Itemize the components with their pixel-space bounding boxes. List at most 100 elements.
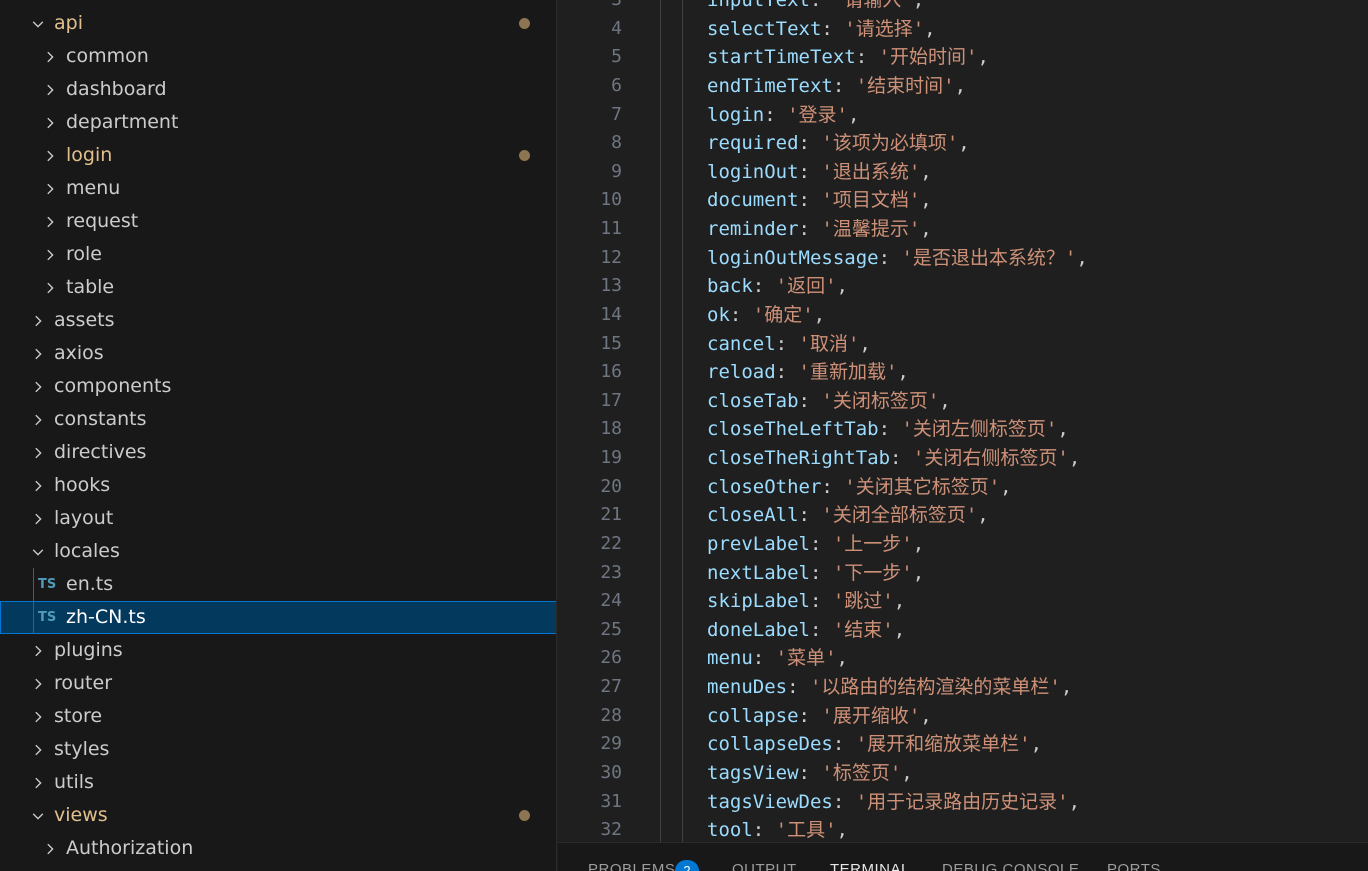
panel-tab-terminal[interactable]: TERMINAL [830, 861, 910, 871]
chevron-right-icon[interactable] [30, 733, 46, 766]
code-line[interactable]: 15 cancel: '取消', [558, 330, 1368, 359]
chevron-down-icon[interactable] [30, 799, 46, 832]
folder-item[interactable]: locales [0, 535, 556, 568]
panel-tab-output[interactable]: OUTPUT [732, 861, 797, 871]
tree-item-label: Authorization [66, 837, 194, 859]
code-line[interactable]: 18 closeTheLeftTab: '关闭左侧标签页', [558, 415, 1368, 444]
code-line[interactable]: 4 selectText: '请选择', [558, 15, 1368, 44]
code-line[interactable]: 7 login: '登录', [558, 101, 1368, 130]
code-line[interactable]: 11 reminder: '温馨提示', [558, 215, 1368, 244]
code-line[interactable]: 23 nextLabel: '下一步', [558, 559, 1368, 588]
code-line[interactable]: 32 tool: '工具', [558, 816, 1368, 842]
chevron-right-icon[interactable] [42, 139, 58, 172]
chevron-right-icon[interactable] [30, 700, 46, 733]
modified-dot-icon [519, 810, 530, 821]
panel-tab-debug-console[interactable]: DEBUG CONSOLE [942, 861, 1079, 871]
code-line[interactable]: 25 doneLabel: '结束', [558, 616, 1368, 645]
object-key: menu [707, 647, 753, 670]
chevron-right-icon[interactable] [30, 469, 46, 502]
file-item[interactable]: TS en.ts [0, 568, 556, 601]
code-line[interactable]: 28 collapse: '展开缩收', [558, 702, 1368, 731]
folder-item[interactable]: views [0, 799, 556, 832]
folder-item[interactable]: department [0, 106, 556, 139]
code-line[interactable]: 24 skipLabel: '跳过', [558, 587, 1368, 616]
chevron-right-icon[interactable] [42, 205, 58, 238]
chevron-right-icon[interactable] [30, 502, 46, 535]
chevron-right-icon[interactable] [42, 40, 58, 73]
code-line[interactable]: 3 inputText: '请输入', [558, 0, 1368, 15]
chevron-right-icon[interactable] [30, 370, 46, 403]
folder-item[interactable]: api [0, 7, 556, 40]
line-number: 21 [600, 504, 622, 526]
code-text: inputText: '请输入', [707, 0, 924, 15]
code-line[interactable]: 13 back: '返回', [558, 272, 1368, 301]
chevron-right-icon[interactable] [30, 634, 46, 667]
folder-item[interactable]: components [0, 370, 556, 403]
folder-item[interactable]: plugins [0, 634, 556, 667]
code-line[interactable]: 6 endTimeText: '结束时间', [558, 72, 1368, 101]
panel-tab-ports[interactable]: PORTS [1107, 861, 1161, 871]
folder-item[interactable]: login [0, 139, 556, 172]
folder-item[interactable]: common [0, 40, 556, 73]
chevron-down-icon[interactable] [30, 7, 46, 40]
file-item[interactable]: TS zh-CN.ts [0, 601, 556, 634]
code-line[interactable]: 14 ok: '确定', [558, 301, 1368, 330]
code-line[interactable]: 19 closeTheRightTab: '关闭右侧标签页', [558, 444, 1368, 473]
code-editor[interactable]: 3 inputText: '请输入', 4 selectText: '请选择', 5 st… [558, 0, 1368, 842]
chevron-right-icon[interactable] [42, 271, 58, 304]
line-number: 16 [600, 361, 622, 383]
folder-item[interactable]: constants [0, 403, 556, 436]
chevron-right-icon[interactable] [30, 436, 46, 469]
folder-item[interactable]: layout [0, 502, 556, 535]
code-line[interactable]: 22 prevLabel: '上一步', [558, 530, 1368, 559]
code-line[interactable]: 30 tagsView: '标签页', [558, 759, 1368, 788]
chevron-right-icon[interactable] [42, 106, 58, 139]
chevron-right-icon[interactable] [42, 832, 58, 865]
object-key: closeTab [707, 389, 799, 412]
chevron-right-icon[interactable] [42, 172, 58, 205]
folder-item[interactable]: role [0, 238, 556, 271]
code-line[interactable]: 26 menu: '菜单', [558, 644, 1368, 673]
object-key: tagsView [707, 761, 799, 784]
string-value: '结束' [832, 618, 894, 641]
code-line[interactable]: 17 closeTab: '关闭标签页', [558, 387, 1368, 416]
code-text: startTimeText: '开始时间', [707, 46, 989, 69]
code-line[interactable]: 21 closeAll: '关闭全部标签页', [558, 501, 1368, 530]
code-line[interactable]: 8 required: '该项为必填项', [558, 129, 1368, 158]
panel-tab-problems[interactable]: PROBLEMS [588, 861, 675, 871]
folder-item[interactable]: dashboard [0, 73, 556, 106]
object-key: nextLabel [707, 561, 810, 584]
folder-item[interactable]: request [0, 205, 556, 238]
code-line[interactable]: 27 menuDes: '以路由的结构渲染的菜单栏', [558, 673, 1368, 702]
chevron-right-icon[interactable] [30, 403, 46, 436]
folder-item[interactable]: router [0, 667, 556, 700]
folder-item[interactable]: assets [0, 304, 556, 337]
chevron-down-icon[interactable] [30, 535, 46, 568]
object-key: collapseDes [707, 733, 833, 756]
code-line[interactable]: 29 collapseDes: '展开和缩放菜单栏', [558, 730, 1368, 759]
code-line[interactable]: 16 reload: '重新加载', [558, 358, 1368, 387]
folder-item[interactable]: Authorization [0, 832, 556, 865]
folder-item[interactable]: hooks [0, 469, 556, 502]
chevron-right-icon[interactable] [30, 766, 46, 799]
folder-item[interactable]: menu [0, 172, 556, 205]
code-line[interactable]: 12 loginOutMessage: '是否退出本系统？', [558, 244, 1368, 273]
string-value: '重新加载' [798, 361, 898, 384]
code-line[interactable]: 20 closeOther: '关闭其它标签页', [558, 473, 1368, 502]
folder-item[interactable]: table [0, 271, 556, 304]
chevron-right-icon[interactable] [42, 73, 58, 106]
chevron-right-icon[interactable] [30, 337, 46, 370]
code-line[interactable]: 31 tagsViewDes: '用于记录路由历史记录', [558, 788, 1368, 817]
chevron-right-icon[interactable] [30, 304, 46, 337]
code-line[interactable]: 5 startTimeText: '开始时间', [558, 43, 1368, 72]
code-line[interactable]: 10 document: '项目文档', [558, 186, 1368, 215]
line-number: 24 [600, 590, 622, 612]
chevron-right-icon[interactable] [30, 667, 46, 700]
folder-item[interactable]: store [0, 700, 556, 733]
folder-item[interactable]: directives [0, 436, 556, 469]
folder-item[interactable]: styles [0, 733, 556, 766]
folder-item[interactable]: axios [0, 337, 556, 370]
folder-item[interactable]: utils [0, 766, 556, 799]
code-line[interactable]: 9 loginOut: '退出系统', [558, 158, 1368, 187]
chevron-right-icon[interactable] [42, 238, 58, 271]
